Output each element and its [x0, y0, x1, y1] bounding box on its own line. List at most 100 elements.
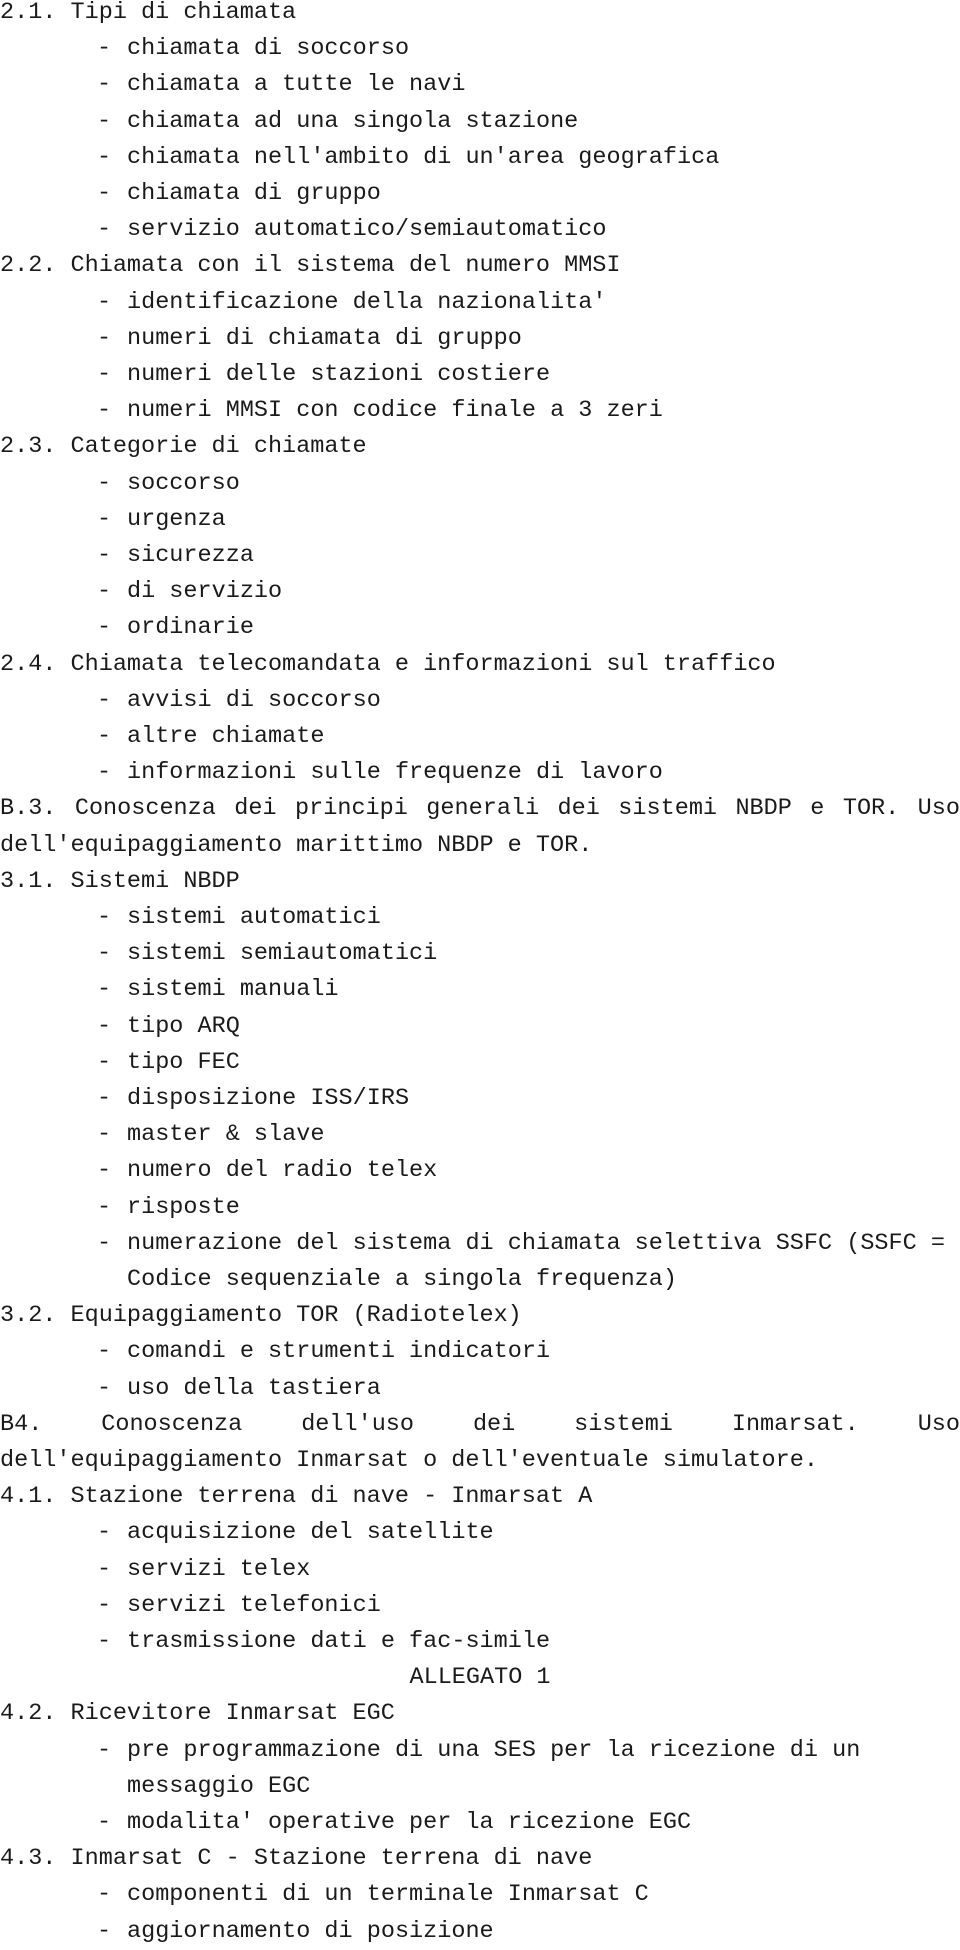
list-item: - tipo ARQ — [97, 1009, 240, 1045]
list-item: - sistemi manuali — [97, 972, 339, 1008]
list-item: - uso della tastiera — [97, 1371, 381, 1407]
list-item-text: di servizio — [127, 578, 283, 606]
list-item: - modalita' operative per la ricezione EG… — [97, 1805, 691, 1841]
list-item-text: numeri MMSI con codice finale a 3 zeri — [127, 397, 663, 425]
section-heading: 4.1. Stazione terrena di nave - Inmarsat… — [0, 1483, 593, 1511]
bullet-dash: - — [97, 940, 112, 968]
list-item-text: servizi telefonici — [127, 1591, 381, 1619]
list-item-text: tipo FEC — [127, 1048, 240, 1076]
list-item-text: numero del radio telex — [127, 1157, 438, 1185]
bullet-dash: - — [97, 759, 112, 787]
bullet-dash: - — [97, 1048, 112, 1076]
list-item-text: numeri di chiamata di gruppo — [127, 324, 522, 352]
list-item: - di servizio — [97, 574, 282, 610]
bullet-dash: - — [97, 904, 112, 931]
bullet-dash: - — [97, 216, 112, 244]
bullet-dash: - — [97, 469, 112, 497]
section-heading-justified: B.3. Conoscenza dei principi generali de… — [0, 795, 960, 823]
list-item-text: numerazione del sistema di chiamata sele… — [127, 1229, 945, 1257]
list-item-text: uso della tastiera — [127, 1374, 381, 1402]
bullet-dash: - — [97, 361, 112, 388]
list-item-text: pre programmazione di una SES per la ric… — [127, 1736, 861, 1764]
list-item-text: master & slave — [127, 1121, 325, 1149]
list-item: - chiamata a tutte le navi — [97, 67, 465, 103]
list-item-text: altre chiamate — [127, 723, 325, 750]
list-item-text: tipo ARQ — [127, 1012, 240, 1040]
section-heading: 3.1. Sistemi NBDP — [0, 867, 240, 895]
list-item-text: avvisi di soccorso — [127, 686, 381, 714]
bullet-dash: - — [97, 143, 112, 171]
list-item: - servizi telefonici — [97, 1588, 381, 1624]
bullet-dash: - — [97, 1229, 112, 1257]
list-item: - ordinarie — [97, 610, 254, 646]
list-item-text: identificazione della nazionalita' — [127, 288, 607, 316]
list-item-text: ordinarie — [127, 614, 254, 642]
list-item: - aggiornamento di posizione — [97, 1914, 494, 1950]
list-item-text: sicurezza — [127, 542, 254, 569]
list-item: - acquisizione del satellite — [97, 1515, 494, 1551]
bullet-dash: - — [97, 71, 112, 99]
list-item: - numerazione del sistema di chiamata sel… — [97, 1226, 945, 1262]
list-item-text: urgenza — [127, 505, 226, 533]
bullet-dash: - — [97, 976, 112, 1004]
bullet-dash: - — [97, 1193, 112, 1221]
list-item-text: chiamata nell'ambito di un'area geografi… — [127, 143, 720, 171]
section-heading: 3.2. Equipaggiamento TOR (Radiotelex) — [0, 1302, 522, 1330]
section-heading: 2.3. Categorie di chiamate — [0, 433, 367, 461]
bullet-dash: - — [97, 180, 112, 207]
list-item-text: risposte — [127, 1193, 240, 1221]
section-heading: 2.1. Tipi di chiamata — [0, 0, 297, 26]
annex-label: ALLEGATO 1 — [409, 1664, 551, 1692]
list-item-text: informazioni sulle frequenze di lavoro — [127, 759, 663, 787]
list-item: - trasmissione dati e fac-simile — [97, 1624, 550, 1660]
bullet-dash: - — [97, 1121, 112, 1149]
list-item-text: soccorso — [127, 469, 240, 497]
list-item-text: chiamata di gruppo — [127, 180, 381, 207]
list-item: - numero del radio telex — [97, 1153, 437, 1189]
list-item: - sistemi automatici — [97, 900, 381, 936]
section-heading: dell'equipaggiamento Inmarsat o dell'eve… — [0, 1447, 818, 1474]
list-item: - informazioni sulle frequenze di lavoro — [97, 755, 663, 791]
list-item: - urgenza — [97, 502, 226, 538]
list-item: - avvisi di soccorso — [97, 683, 381, 719]
list-item-text: modalita' operative per la ricezione EGC — [127, 1809, 692, 1836]
list-item: - soccorso — [97, 466, 240, 502]
bullet-dash: - — [97, 397, 112, 425]
bullet-dash: - — [97, 723, 112, 750]
list-item: - servizio automatico/semiautomatico — [97, 212, 606, 248]
bullet-dash: - — [97, 107, 112, 135]
bullet-dash: - — [97, 578, 112, 606]
bullet-dash: - — [97, 288, 112, 316]
list-item-text: sistemi manuali — [127, 976, 339, 1004]
list-item: - chiamata nell'ambito di un'area geograf… — [97, 140, 719, 176]
section-heading: 4.2. Ricevitore Inmarsat EGC — [0, 1700, 395, 1728]
section-heading: 2.4. Chiamata telecomandata e informazio… — [0, 650, 776, 678]
list-item: - chiamata di gruppo — [97, 176, 381, 212]
list-item: - tipo FEC — [97, 1045, 240, 1081]
bullet-dash: - — [97, 1519, 112, 1547]
section-heading: 4.3. Inmarsat C - Stazione terrena di na… — [0, 1845, 593, 1873]
list-item-text: comandi e strumenti indicatori — [127, 1338, 551, 1366]
bullet-dash: - — [97, 1012, 112, 1040]
list-item-text: chiamata ad una singola stazione — [127, 107, 579, 135]
section-heading: 2.2. Chiamata con il sistema del numero … — [0, 252, 621, 280]
list-item: - risposte — [97, 1190, 240, 1226]
list-item-text: componenti di un terminale Inmarsat C — [127, 1881, 649, 1909]
section-heading-justified: B4. Conoscenza dell'uso dei sistemi Inma… — [0, 1410, 960, 1438]
list-item-text: aggiornamento di posizione — [127, 1917, 494, 1945]
bullet-dash: - — [97, 1881, 112, 1909]
list-item-text: trasmissione dati e fac-simile — [127, 1628, 551, 1655]
bullet-dash: - — [97, 1736, 112, 1764]
list-item: - comandi e strumenti indicatori — [97, 1334, 550, 1370]
list-item: - identificazione della nazionalita' — [97, 285, 606, 321]
list-item: - chiamata ad una singola stazione — [97, 104, 578, 140]
list-item-text: chiamata di soccorso — [127, 35, 410, 63]
bullet-dash: - — [97, 1374, 112, 1402]
bullet-dash: - — [97, 1085, 112, 1112]
list-item: - componenti di un terminale Inmarsat C — [97, 1877, 649, 1913]
list-item: - pre programmazione di una SES per la ri… — [97, 1733, 860, 1769]
bullet-dash: - — [97, 614, 112, 642]
bullet-dash: - — [97, 1338, 112, 1366]
list-item: - altre chiamate — [97, 719, 324, 755]
list-item-text: servizi telex — [127, 1555, 311, 1583]
